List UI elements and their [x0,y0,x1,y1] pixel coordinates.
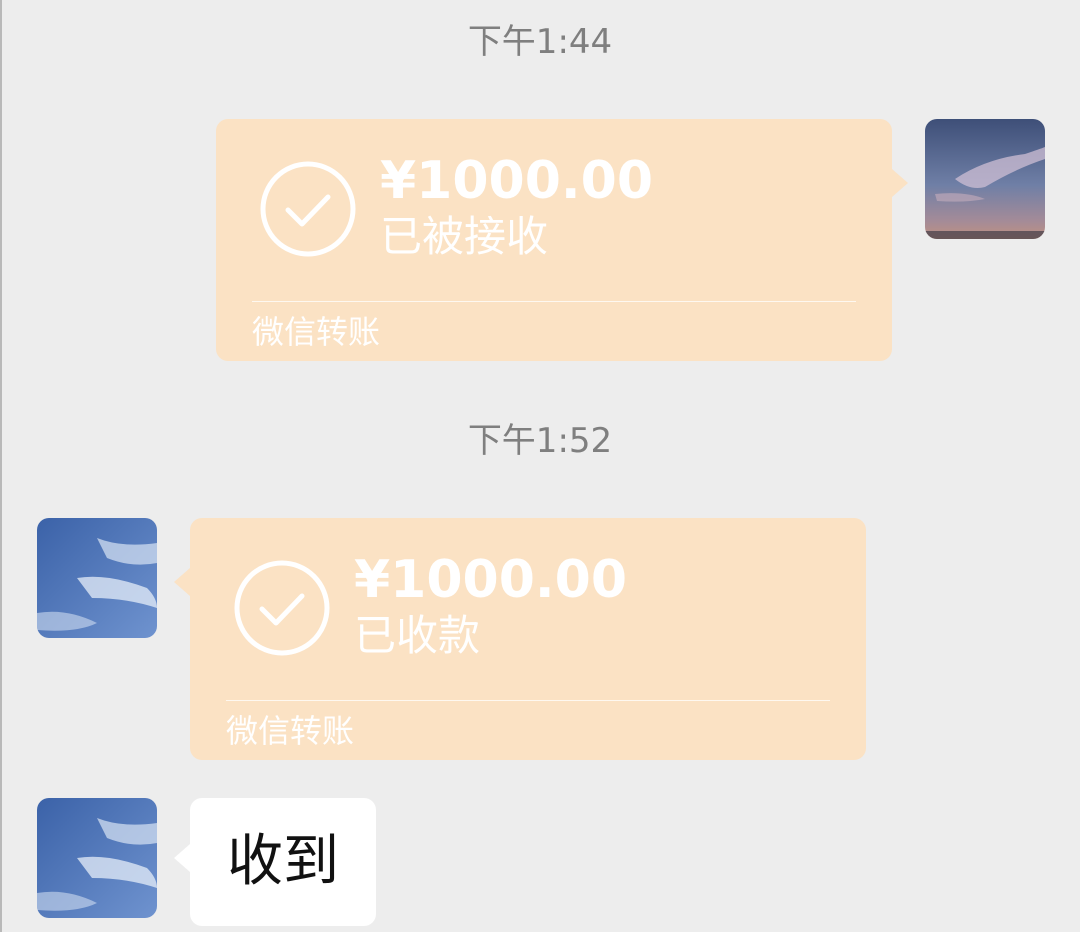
message-text: 收到 [227,829,339,894]
transfer-status: 已被接收 [380,212,549,261]
transfer-card-outgoing[interactable]: ¥1000.00 已被接收 微信转账 [216,119,908,361]
bubble-tail [174,844,190,872]
check-circle-icon [234,560,330,656]
transfer-footer-label: 微信转账 [252,313,381,351]
bubble-tail [892,169,908,197]
check-circle-icon [260,161,356,257]
transfer-footer-label: 微信转账 [226,712,355,750]
transfer-divider [226,700,830,701]
transfer-divider [252,301,856,302]
transfer-status: 已收款 [354,611,481,660]
timestamp: 下午1:44 [467,22,613,62]
text-message-bubble[interactable]: 收到 [174,798,376,926]
contact-avatar[interactable] [37,798,157,918]
transfer-card-incoming[interactable]: ¥1000.00 已收款 微信转账 [174,518,866,760]
bubble-tail [174,568,190,596]
contact-avatar[interactable] [37,518,157,638]
chat-view: 下午1:44 ¥1000.00 已被接收 微信转账 下午1:52 ¥1000.0… [0,0,1080,932]
transfer-amount: ¥1000.00 [354,550,628,610]
screen-edge [0,0,2,932]
transfer-amount: ¥1000.00 [380,151,654,211]
my-avatar[interactable] [925,119,1045,239]
timestamp: 下午1:52 [467,421,613,461]
